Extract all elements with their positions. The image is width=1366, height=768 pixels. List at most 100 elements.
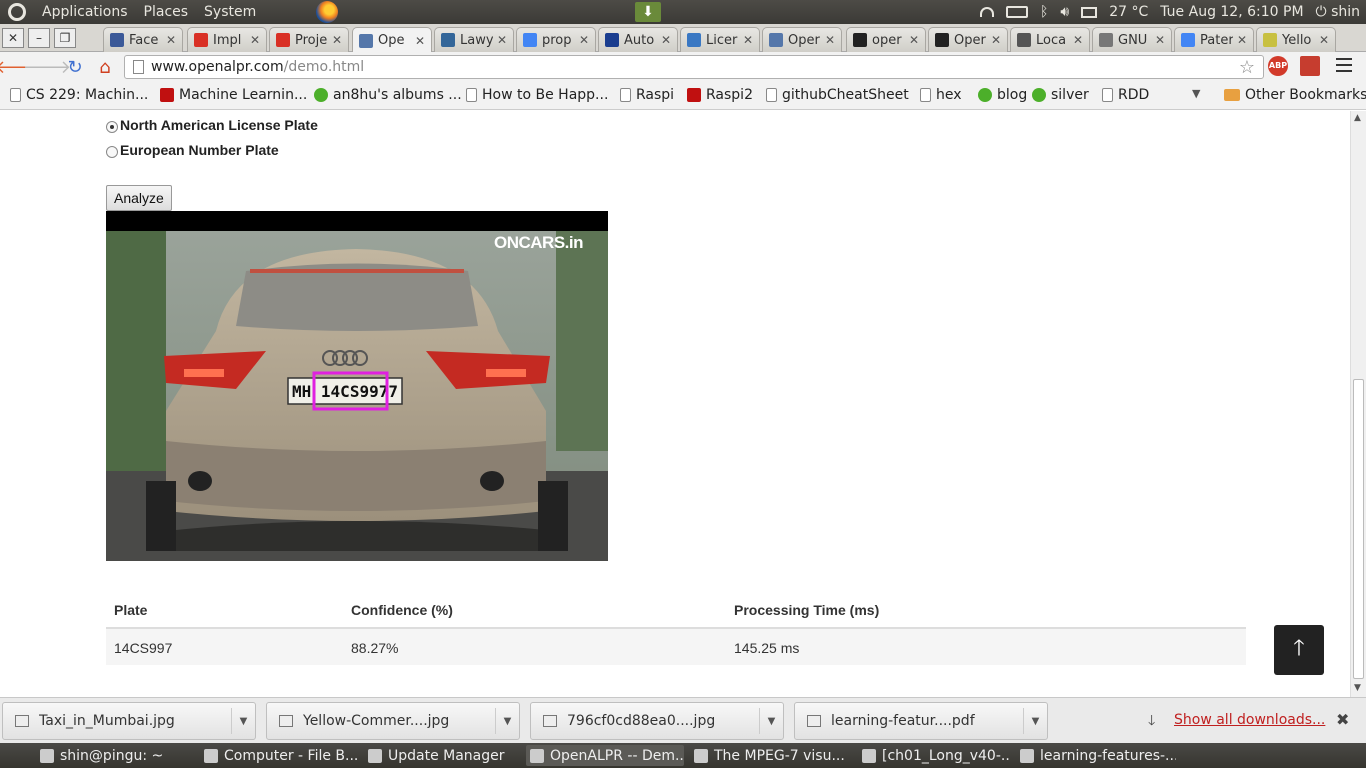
download-menu-chevron-icon[interactable]: ▼: [231, 708, 255, 734]
tab-close-icon[interactable]: ✕: [497, 33, 507, 47]
clock[interactable]: Tue Aug 12, 6:10 PM: [1160, 4, 1303, 20]
download-item[interactable]: learning-featur....pdf ▼: [794, 702, 1048, 740]
bookmark-item[interactable]: CS 229: Machin...: [10, 87, 148, 103]
bookmark-item[interactable]: githubCheatSheet: [766, 87, 909, 103]
tab-close-icon[interactable]: ✕: [332, 33, 342, 47]
scroll-to-top-button[interactable]: 🡑: [1274, 625, 1324, 675]
scroll-up-arrow-icon[interactable]: ▲: [1354, 113, 1361, 123]
bookmarks-overflow-chevron-icon[interactable]: ▼: [1192, 87, 1200, 100]
other-bookmarks[interactable]: Other Bookmarks: [1224, 87, 1366, 103]
taskbar-window-button[interactable]: Computer - File B...: [200, 745, 358, 766]
tab-13[interactable]: Pater ✕: [1174, 27, 1254, 52]
browser-menu-icon[interactable]: [1336, 58, 1352, 72]
tab-close-icon[interactable]: ✕: [743, 33, 753, 47]
reload-button[interactable]: ↻: [64, 56, 86, 78]
tab-close-icon[interactable]: ✕: [991, 33, 1001, 47]
address-bar[interactable]: www.openalpr.com/demo.html ☆: [124, 55, 1264, 79]
wifi-icon[interactable]: [979, 7, 994, 17]
taskbar-window-button[interactable]: shin@pingu: ~: [36, 745, 194, 766]
tab-close-icon[interactable]: ✕: [909, 33, 919, 47]
system-menu[interactable]: System: [204, 4, 256, 20]
tab-10[interactable]: Oper ✕: [928, 27, 1008, 52]
tab-close-icon[interactable]: ✕: [1073, 33, 1083, 47]
download-menu-chevron-icon[interactable]: ▼: [495, 708, 519, 734]
bookmark-item[interactable]: Raspi2: [687, 87, 753, 103]
bookmark-item[interactable]: How to Be Happ...: [466, 87, 608, 103]
user-name: shin: [1331, 4, 1360, 20]
taskbar-window-button[interactable]: Update Manager: [364, 745, 520, 766]
bookmark-item[interactable]: blog: [978, 87, 1027, 103]
ubuntu-logo-icon[interactable]: [8, 3, 26, 21]
bookmark-item[interactable]: an8hu's albums ...: [314, 87, 462, 103]
home-button[interactable]: ⌂: [94, 56, 116, 78]
weather-indicator[interactable]: 27 °C: [1109, 4, 1148, 20]
tab-6[interactable]: Auto ✕: [598, 27, 678, 52]
update-tray-icon[interactable]: ⬇: [635, 2, 661, 22]
applications-menu[interactable]: Applications: [42, 4, 128, 20]
radio-european[interactable]: European Number Plate: [106, 142, 279, 158]
bookmark-label: Raspi2: [706, 87, 753, 103]
tab-4[interactable]: Lawy ✕: [434, 27, 514, 52]
taskbar-window-button[interactable]: OpenALPR -- Dem...: [526, 745, 684, 766]
tab-0[interactable]: Face ✕: [103, 27, 183, 52]
tab-close-icon[interactable]: ✕: [1237, 33, 1247, 47]
tab-7[interactable]: Licer ✕: [680, 27, 760, 52]
download-item[interactable]: 796cf0cd88ea0....jpg ▼: [530, 702, 784, 740]
window-restore-button[interactable]: ❐: [54, 28, 76, 48]
table-row: 14CS997 88.27% 145.25 ms: [106, 629, 1246, 665]
window-minimize-button[interactable]: –: [28, 28, 50, 48]
tab-close-icon[interactable]: ✕: [415, 34, 425, 48]
download-menu-chevron-icon[interactable]: ▼: [759, 708, 783, 734]
radio-na-control[interactable]: [106, 121, 118, 133]
tab-11[interactable]: Loca ✕: [1010, 27, 1090, 52]
bookmark-star-icon[interactable]: ☆: [1239, 57, 1255, 78]
forward-button[interactable]: 🡒: [23, 56, 71, 78]
bookmark-item[interactable]: hex: [920, 87, 962, 103]
tab-2[interactable]: Proje ✕: [269, 27, 349, 52]
tab-8[interactable]: Oper ✕: [762, 27, 842, 52]
taskbar-window-button[interactable]: The MPEG-7 visu...: [690, 745, 852, 766]
tab-close-icon[interactable]: ✕: [1155, 33, 1165, 47]
tab-close-icon[interactable]: ✕: [661, 33, 671, 47]
places-menu[interactable]: Places: [144, 4, 189, 20]
bookmark-item[interactable]: silver: [1032, 87, 1089, 103]
download-item[interactable]: Taxi_in_Mumbai.jpg ▼: [2, 702, 256, 740]
tab-5[interactable]: prop ✕: [516, 27, 596, 52]
firefox-launcher-icon[interactable]: [316, 1, 338, 23]
radio-north-american[interactable]: North American License Plate: [106, 117, 318, 133]
taskbar-window-button[interactable]: learning-features-...: [1016, 745, 1176, 766]
download-menu-chevron-icon[interactable]: ▼: [1023, 708, 1047, 734]
volume-icon[interactable]: 🔊︎: [1060, 4, 1069, 20]
tab-close-icon[interactable]: ✕: [579, 33, 589, 47]
bookmark-item[interactable]: Machine Learnin...: [160, 87, 307, 103]
page-icon: [766, 88, 777, 102]
tab-close-icon[interactable]: ✕: [1319, 33, 1329, 47]
taskbar-window-button[interactable]: [ch01_Long_v40-...: [858, 745, 1010, 766]
window-close-button[interactable]: ✕: [2, 28, 24, 48]
tab-1[interactable]: Impl ✕: [187, 27, 267, 52]
battery-icon[interactable]: [1005, 6, 1028, 18]
app-icon: [368, 748, 382, 763]
tab-3[interactable]: Ope ✕: [352, 27, 432, 53]
user-menu[interactable]: ⏻ shin: [1316, 4, 1360, 20]
tab-close-icon[interactable]: ✕: [166, 33, 176, 47]
radio-eu-control[interactable]: [106, 146, 118, 158]
tab-close-icon[interactable]: ✕: [825, 33, 835, 47]
analyze-button[interactable]: Analyze: [106, 185, 172, 211]
bookmark-item[interactable]: RDD: [1102, 87, 1149, 103]
tab-14[interactable]: Yello ✕: [1256, 27, 1336, 52]
bluetooth-icon[interactable]: ᛒ: [1040, 4, 1048, 20]
tab-close-icon[interactable]: ✕: [250, 33, 260, 47]
bookmark-item[interactable]: Raspi: [620, 87, 674, 103]
scroll-down-arrow-icon[interactable]: ▼: [1354, 683, 1361, 693]
page-scrollbar[interactable]: ▲ ▼: [1350, 111, 1366, 697]
mail-icon[interactable]: [1081, 6, 1098, 18]
tab-12[interactable]: GNU ✕: [1092, 27, 1172, 52]
download-item[interactable]: Yellow-Commer....jpg ▼: [266, 702, 520, 740]
close-download-shelf-icon[interactable]: ✖: [1336, 710, 1349, 729]
tab-9[interactable]: oper ✕: [846, 27, 926, 52]
scrollbar-thumb[interactable]: [1353, 379, 1364, 679]
show-all-downloads-link[interactable]: Show all downloads...: [1174, 712, 1325, 728]
extension-icon[interactable]: [1300, 56, 1320, 76]
adblock-plus-icon[interactable]: ABP: [1268, 56, 1288, 76]
